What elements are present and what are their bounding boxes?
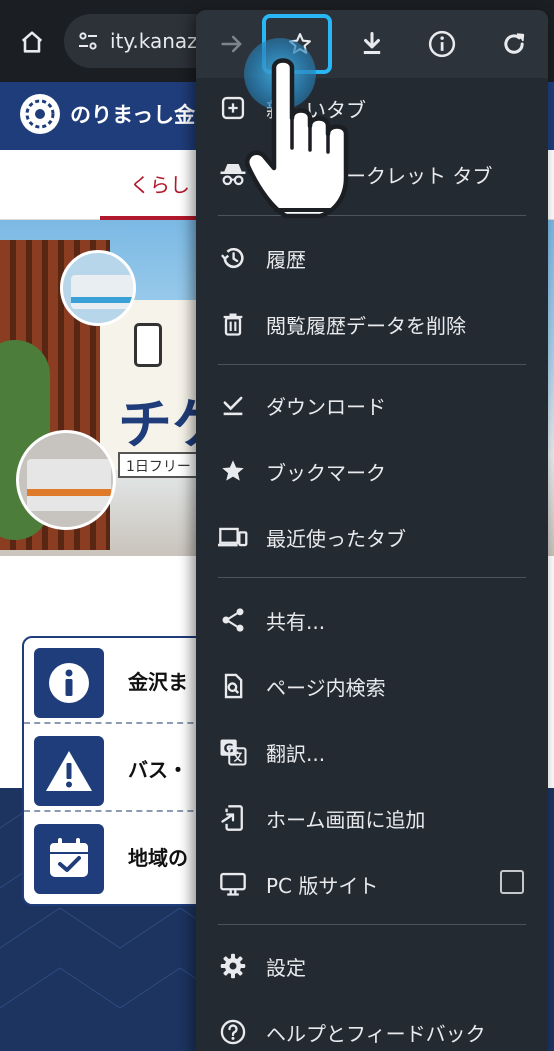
translate-icon: G <box>218 737 248 767</box>
menu-item-bookmarks[interactable]: ブックマーク <box>196 441 548 501</box>
download-done-icon <box>218 390 248 420</box>
info-icon <box>428 30 456 58</box>
menu-item-label: 共有... <box>266 610 326 634</box>
site-title: のりまっし金 <box>70 103 196 127</box>
url-text: ity.kanaz <box>110 29 198 53</box>
menu-item-clear-data[interactable]: 閲覧履歴データを削除 <box>196 294 548 354</box>
menu-item-desktop-site[interactable]: PC 版サイト <box>196 854 548 914</box>
download-icon <box>363 31 381 55</box>
menu-item-label: ページ内検索 <box>266 676 386 700</box>
menu-item-find-in-page[interactable]: ページ内検索 <box>196 656 548 716</box>
info-item[interactable]: 地域の <box>24 814 220 900</box>
menu-divider <box>218 577 526 578</box>
menu-item-label: ヘルプとフィードバック <box>266 1022 486 1046</box>
monitor-icon <box>218 869 248 899</box>
gear-icon <box>218 951 248 981</box>
info-item-label: バス・ <box>128 758 188 782</box>
history-icon <box>218 243 248 273</box>
info-panel: 金沢ま バス・ 地域の <box>22 636 222 906</box>
find-in-page-icon <box>218 671 248 701</box>
info-item[interactable]: 金沢ま <box>24 638 220 724</box>
home-button[interactable] <box>14 24 50 60</box>
info-item-label: 地域の <box>128 846 188 870</box>
tune-icon[interactable] <box>74 27 102 55</box>
info-item[interactable]: バス・ <box>24 726 220 812</box>
calendar-check-icon <box>34 824 104 894</box>
menu-divider <box>218 364 526 365</box>
desktop-site-checkbox[interactable] <box>500 870 524 894</box>
menu-item-settings[interactable]: 設定 <box>196 936 548 996</box>
menu-item-downloads[interactable]: ダウンロード <box>196 375 548 435</box>
menu-divider <box>218 924 526 925</box>
star-icon <box>218 456 248 486</box>
trash-icon <box>218 309 248 339</box>
menu-item-label: 設定 <box>266 956 306 980</box>
info-item-label: 金沢ま <box>128 670 188 694</box>
site-logo[interactable] <box>20 94 60 134</box>
home-icon <box>21 31 43 53</box>
menu-item-label: 閲覧履歴データを削除 <box>266 314 466 338</box>
logo-emblem-icon <box>25 99 55 129</box>
devices-icon <box>218 522 248 552</box>
add-to-home-icon <box>218 803 248 833</box>
train-photo-1 <box>60 250 136 326</box>
reload-icon <box>504 33 525 54</box>
info-icon <box>34 648 104 718</box>
download-page-button[interactable] <box>352 24 392 64</box>
share-icon <box>218 605 248 635</box>
train-photo-2 <box>16 430 116 530</box>
menu-item-translate[interactable]: G 翻訳... <box>196 722 548 782</box>
warning-icon <box>34 736 104 806</box>
pointing-hand-icon <box>244 58 349 219</box>
menu-item-add-to-home[interactable]: ホーム画面に追加 <box>196 788 548 848</box>
menu-item-label: ホーム画面に追加 <box>266 808 426 832</box>
menu-item-history[interactable]: 履歴 <box>196 228 548 288</box>
nav-tab-label: くらし <box>130 172 190 197</box>
menu-item-help[interactable]: ヘルプとフィードバック <box>196 1002 548 1051</box>
menu-item-recent-tabs[interactable]: 最近使ったタブ <box>196 507 548 567</box>
menu-item-label: ダウンロード <box>266 395 386 419</box>
menu-item-label: PC 版サイト <box>266 874 379 898</box>
reload-button[interactable] <box>494 24 534 64</box>
menu-item-label: 履歴 <box>266 248 306 272</box>
menu-item-label: 翻訳... <box>266 742 326 766</box>
menu-item-share[interactable]: 共有... <box>196 590 548 650</box>
menu-item-label: ブックマーク <box>266 461 386 485</box>
menu-item-label: 最近使ったタブ <box>266 527 406 551</box>
help-icon <box>218 1017 248 1047</box>
page-info-button[interactable] <box>422 24 462 64</box>
phone-qr-icon <box>134 323 162 367</box>
